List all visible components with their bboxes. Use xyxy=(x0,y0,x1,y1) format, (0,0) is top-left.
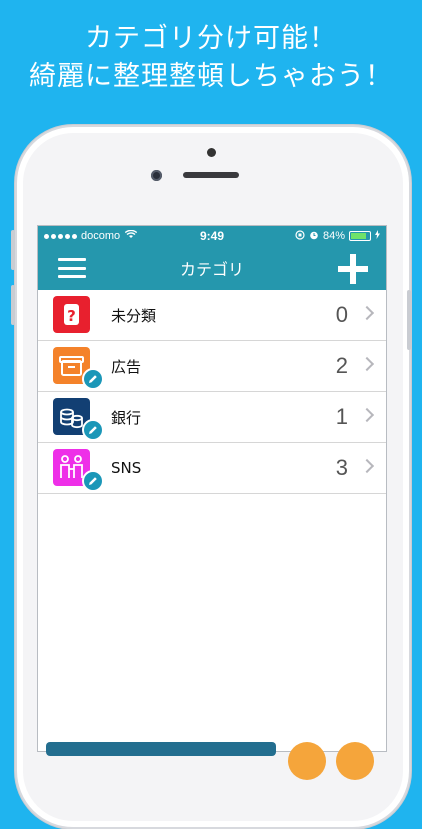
promo-headline: カテゴリ分け可能！ 綺麗に整理整頓しちゃおう！ xyxy=(0,20,422,96)
question-icon: ? xyxy=(53,296,90,333)
category-name: 広告 xyxy=(111,357,142,376)
category-name: SNS xyxy=(111,459,142,477)
svg-text:?: ? xyxy=(67,307,76,325)
category-list: ? 未分類 0 広告 2 銀行 1 SNS 3 xyxy=(38,290,386,494)
bottom-toolbar[interactable] xyxy=(46,742,276,756)
charging-icon xyxy=(375,230,380,242)
status-right: 84% xyxy=(295,229,380,243)
phone-side-button xyxy=(11,285,15,325)
category-row-uncategorized[interactable]: ? 未分類 0 xyxy=(38,290,386,341)
category-name: 未分類 xyxy=(111,306,157,325)
edit-pencil-icon[interactable] xyxy=(82,419,104,441)
chevron-right-icon xyxy=(359,407,375,423)
category-count: 0 xyxy=(335,302,348,327)
menu-icon[interactable] xyxy=(58,258,86,278)
chevron-right-icon xyxy=(359,356,375,372)
category-row-bank[interactable]: 銀行 1 xyxy=(38,392,386,443)
chevron-right-icon xyxy=(359,458,375,474)
earpiece-speaker xyxy=(183,172,239,178)
proximity-sensor xyxy=(207,148,216,157)
bottom-action-button[interactable] xyxy=(336,742,374,780)
page-title: カテゴリ xyxy=(179,260,244,279)
headline-line-1: カテゴリ分け可能！ xyxy=(85,23,337,54)
front-camera xyxy=(151,170,162,181)
bottom-action-button[interactable] xyxy=(288,742,326,780)
edit-pencil-icon[interactable] xyxy=(82,368,104,390)
category-row-sns[interactable]: SNS 3 xyxy=(38,443,386,494)
phone-side-button xyxy=(407,290,411,350)
chevron-right-icon xyxy=(359,305,375,321)
battery-level-fill xyxy=(351,233,367,239)
battery-icon xyxy=(349,231,371,241)
edit-pencil-icon[interactable] xyxy=(82,470,104,492)
app-screen: docomo 9:49 84% カテゴリ ? 未分類 0 広告 2 銀行 1 S… xyxy=(37,225,387,752)
category-row-ads[interactable]: 広告 2 xyxy=(38,341,386,392)
category-count: 1 xyxy=(335,404,348,429)
navigation-bar: カテゴリ xyxy=(38,246,386,290)
phone-side-button xyxy=(11,230,15,270)
headline-line-2: 綺麗に整理整頓しちゃおう！ xyxy=(29,61,393,92)
status-bar: docomo 9:49 84% xyxy=(38,226,386,246)
alarm-icon xyxy=(309,230,319,243)
add-category-button[interactable] xyxy=(338,254,368,284)
category-name: 銀行 xyxy=(111,408,142,427)
battery-percent: 84% xyxy=(322,230,345,242)
orientation-lock-icon xyxy=(295,229,305,243)
category-count: 2 xyxy=(335,353,348,378)
category-count: 3 xyxy=(335,455,348,480)
